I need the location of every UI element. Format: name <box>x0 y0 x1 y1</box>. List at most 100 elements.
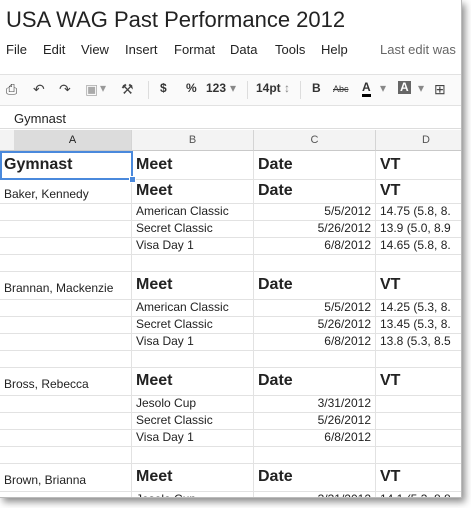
cell-c10[interactable]: 6/8/2012 <box>254 333 376 350</box>
cell-a10[interactable] <box>0 333 132 350</box>
borders-icon[interactable]: ⊞ <box>434 81 446 98</box>
menu-file[interactable]: File <box>6 42 27 57</box>
cell-a2[interactable]: Baker, Kennedy <box>0 179 132 203</box>
cell-d3[interactable]: 14.75 (5.8, 8. <box>376 203 461 220</box>
cell-a9[interactable] <box>0 316 132 333</box>
chevron-down-icon[interactable]: ▾ <box>380 81 386 95</box>
cell-b11[interactable] <box>132 350 254 367</box>
column-header-c[interactable]: C <box>254 130 376 151</box>
menu-help[interactable]: Help <box>321 42 348 57</box>
fill-handle[interactable] <box>129 176 136 183</box>
cell-c5[interactable]: 6/8/2012 <box>254 237 376 254</box>
cell-b14[interactable]: Secret Classic <box>132 412 254 429</box>
cell-b10[interactable]: Visa Day 1 <box>132 333 254 350</box>
cell-b16[interactable] <box>132 446 254 463</box>
stepper-icon[interactable]: ↕ <box>284 81 290 95</box>
cell-c7[interactable]: Date <box>254 271 376 299</box>
cell-b15[interactable]: Visa Day 1 <box>132 429 254 446</box>
paste-icon[interactable]: ▣ <box>85 81 98 98</box>
bold-button[interactable]: B <box>312 81 321 95</box>
menu-view[interactable]: View <box>81 42 109 57</box>
cell-d14[interactable] <box>376 412 461 429</box>
undo-icon[interactable]: ↶ <box>33 81 45 98</box>
text-color-button[interactable]: A <box>362 81 371 97</box>
menu-insert[interactable]: Insert <box>125 42 158 57</box>
cell-d4[interactable]: 13.9 (5.0, 8.9 <box>376 220 461 237</box>
print-icon[interactable]: ⎙ <box>6 81 17 98</box>
cell-a12[interactable]: Bross, Rebecca <box>0 367 132 395</box>
cell-b9[interactable]: Secret Classic <box>132 316 254 333</box>
formula-bar[interactable]: Gymnast <box>0 108 461 129</box>
menu-format[interactable]: Format <box>174 42 215 57</box>
chevron-down-icon[interactable]: ▾ <box>230 81 236 95</box>
cell-b8[interactable]: American Classic <box>132 299 254 316</box>
paste-dropdown-icon[interactable]: ▾ <box>100 81 106 95</box>
cell-b13[interactable]: Jesolo Cup <box>132 395 254 412</box>
cell-c15[interactable]: 6/8/2012 <box>254 429 376 446</box>
cell-c8[interactable]: 5/5/2012 <box>254 299 376 316</box>
column-header-d[interactable]: D <box>376 130 461 151</box>
cell-c16[interactable] <box>254 446 376 463</box>
cell-c17[interactable]: Date <box>254 463 376 491</box>
cell-b18[interactable]: Jesolo Cup <box>132 491 254 497</box>
cell-d2[interactable]: VT <box>376 179 461 203</box>
cell-c12[interactable]: Date <box>254 367 376 395</box>
paint-format-icon[interactable]: ⚒ <box>121 81 134 98</box>
currency-button[interactable]: $ <box>160 81 167 95</box>
cell-a11[interactable] <box>0 350 132 367</box>
cell-b4[interactable]: Secret Classic <box>132 220 254 237</box>
cell-b3[interactable]: American Classic <box>132 203 254 220</box>
cell-a3[interactable] <box>0 203 132 220</box>
cell-a1[interactable]: Gymnast <box>0 151 132 179</box>
column-header-a[interactable]: A <box>14 130 132 151</box>
cell-d10[interactable]: 13.8 (5.3, 8.5 <box>376 333 461 350</box>
cell-a15[interactable] <box>0 429 132 446</box>
cell-c18[interactable]: 3/31/2012 <box>254 491 376 497</box>
cell-b2[interactable]: Meet <box>132 179 254 203</box>
cell-c1[interactable]: Date <box>254 151 376 179</box>
cell-c14[interactable]: 5/26/2012 <box>254 412 376 429</box>
chevron-down-icon[interactable]: ▾ <box>418 81 424 95</box>
cell-d8[interactable]: 14.25 (5.3, 8. <box>376 299 461 316</box>
cell-a14[interactable] <box>0 412 132 429</box>
cell-d17[interactable]: VT <box>376 463 461 491</box>
cell-b5[interactable]: Visa Day 1 <box>132 237 254 254</box>
cell-d15[interactable] <box>376 429 461 446</box>
menu-tools[interactable]: Tools <box>275 42 305 57</box>
percent-button[interactable]: % <box>186 81 197 95</box>
cell-d7[interactable]: VT <box>376 271 461 299</box>
cell-d12[interactable]: VT <box>376 367 461 395</box>
cell-d5[interactable]: 14.65 (5.8, 8. <box>376 237 461 254</box>
cell-c2[interactable]: Date <box>254 179 376 203</box>
cell-c3[interactable]: 5/5/2012 <box>254 203 376 220</box>
redo-icon[interactable]: ↷ <box>59 81 71 98</box>
cell-c4[interactable]: 5/26/2012 <box>254 220 376 237</box>
cell-d1[interactable]: VT <box>376 151 461 179</box>
cell-d6[interactable] <box>376 254 461 271</box>
menu-edit[interactable]: Edit <box>43 42 65 57</box>
cell-d13[interactable] <box>376 395 461 412</box>
cell-a4[interactable] <box>0 220 132 237</box>
cell-b1[interactable]: Meet <box>132 151 254 179</box>
cell-d11[interactable] <box>376 350 461 367</box>
cell-a6[interactable] <box>0 254 132 271</box>
cell-c13[interactable]: 3/31/2012 <box>254 395 376 412</box>
number-format-dropdown[interactable]: 123 <box>206 81 226 95</box>
cell-a5[interactable] <box>0 237 132 254</box>
menu-data[interactable]: Data <box>230 42 257 57</box>
strikethrough-button[interactable]: Abc <box>333 84 349 94</box>
cell-b12[interactable]: Meet <box>132 367 254 395</box>
cell-d9[interactable]: 13.45 (5.3, 8. <box>376 316 461 333</box>
cell-a17[interactable]: Brown, Brianna <box>0 463 132 491</box>
cell-c9[interactable]: 5/26/2012 <box>254 316 376 333</box>
cell-a16[interactable] <box>0 446 132 463</box>
cell-c11[interactable] <box>254 350 376 367</box>
formula-value[interactable]: Gymnast <box>14 111 66 126</box>
cell-a7[interactable]: Brannan, Mackenzie <box>0 271 132 299</box>
cell-a18[interactable] <box>0 491 132 497</box>
cell-a8[interactable] <box>0 299 132 316</box>
cell-c6[interactable] <box>254 254 376 271</box>
fill-color-button[interactable]: A <box>398 81 411 94</box>
cell-a13[interactable] <box>0 395 132 412</box>
cell-b7[interactable]: Meet <box>132 271 254 299</box>
